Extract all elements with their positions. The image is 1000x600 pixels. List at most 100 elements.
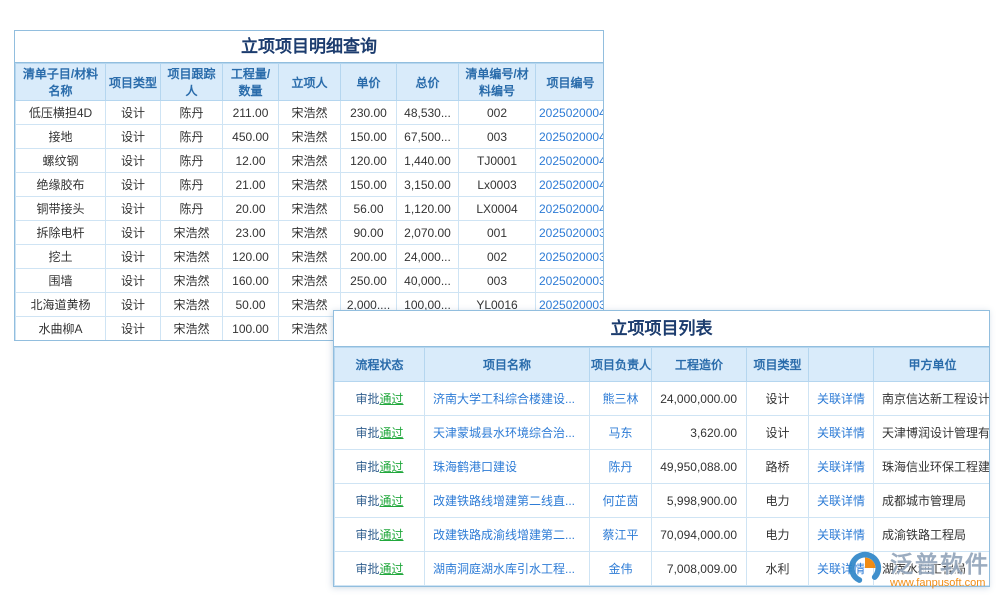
- flow-status-cell: 审批通过: [335, 382, 425, 416]
- project-name-link[interactable]: 改建铁路线增建第二线直...: [425, 484, 590, 518]
- quantity-cell: 211.00: [223, 101, 279, 125]
- project-no-link[interactable]: 2025020004: [536, 101, 605, 125]
- tracker-cell: 陈丹: [161, 197, 223, 221]
- project-no-link[interactable]: 2025020004: [536, 173, 605, 197]
- flow-status-cell: 审批通过: [335, 484, 425, 518]
- initiator-cell: 宋浩然: [279, 197, 341, 221]
- tracker-cell: 陈丹: [161, 173, 223, 197]
- column-header: 单价: [341, 64, 397, 101]
- project-owner-link[interactable]: 金伟: [590, 552, 652, 586]
- related-detail-link[interactable]: 关联详情: [809, 450, 874, 484]
- table-row: 挖土设计宋浩然120.00宋浩然200.0024,000...002202502…: [16, 245, 605, 269]
- item-name-cell: 挖土: [16, 245, 106, 269]
- table-row: 审批通过济南大学工科综合楼建设...熊三林24,000,000.00设计关联详情…: [335, 382, 991, 416]
- tracker-cell: 陈丹: [161, 101, 223, 125]
- related-detail-link[interactable]: 关联详情: [809, 382, 874, 416]
- detail-panel-title: 立项项目明细查询: [15, 31, 603, 63]
- project-cost-cell: 5,998,900.00: [652, 484, 747, 518]
- project-name-link[interactable]: 济南大学工科综合楼建设...: [425, 382, 590, 416]
- project-owner-link[interactable]: 何芷茵: [590, 484, 652, 518]
- list-no-cell: 003: [459, 269, 536, 293]
- client-cell: 南京信达新工程设计院: [874, 382, 991, 416]
- initiator-cell: 宋浩然: [279, 173, 341, 197]
- project-type-cell: 设计: [106, 221, 161, 245]
- status-pass-link[interactable]: 通过: [380, 392, 404, 406]
- item-name-cell: 铜带接头: [16, 197, 106, 221]
- column-header: 项目名称: [425, 348, 590, 382]
- status-pass-link[interactable]: 通过: [380, 494, 404, 508]
- column-header: 项目编号: [536, 64, 605, 101]
- column-header: 清单子目/材料名称: [16, 64, 106, 101]
- project-type-cell: 水利: [747, 552, 809, 586]
- project-list-panel: 立项项目列表 流程状态项目名称项目负责人工程造价项目类型甲方单位 审批通过济南大…: [333, 310, 990, 587]
- column-header: 项目跟踪人: [161, 64, 223, 101]
- initiator-cell: 宋浩然: [279, 293, 341, 317]
- project-no-link[interactable]: 2025020004: [536, 125, 605, 149]
- tracker-cell: 宋浩然: [161, 293, 223, 317]
- table-row: 绝缘胶布设计陈丹21.00宋浩然150.003,150.00Lx00032025…: [16, 173, 605, 197]
- project-type-cell: 设计: [106, 245, 161, 269]
- status-pass-link[interactable]: 通过: [380, 562, 404, 576]
- related-detail-link[interactable]: 关联详情: [809, 518, 874, 552]
- status-pass-link[interactable]: 通过: [380, 460, 404, 474]
- status-prefix: 审批: [355, 392, 379, 406]
- project-owner-link[interactable]: 蔡江平: [590, 518, 652, 552]
- project-no-link[interactable]: 2025020004: [536, 149, 605, 173]
- tracker-cell: 陈丹: [161, 149, 223, 173]
- project-owner-link[interactable]: 陈丹: [590, 450, 652, 484]
- related-detail-link[interactable]: 关联详情: [809, 484, 874, 518]
- list-no-cell: 002: [459, 101, 536, 125]
- project-type-cell: 设计: [106, 125, 161, 149]
- unit-price-cell: 120.00: [341, 149, 397, 173]
- unit-price-cell: 250.00: [341, 269, 397, 293]
- project-name-link[interactable]: 湖南洞庭湖水库引水工程...: [425, 552, 590, 586]
- quantity-cell: 20.00: [223, 197, 279, 221]
- project-no-link[interactable]: 2025020003: [536, 269, 605, 293]
- watermark: 泛普软件 www.fanpusoft.com: [846, 549, 990, 592]
- column-header: 甲方单位: [874, 348, 991, 382]
- project-type-cell: 设计: [106, 173, 161, 197]
- tracker-cell: 宋浩然: [161, 221, 223, 245]
- status-pass-link[interactable]: 通过: [380, 426, 404, 440]
- list-no-cell: 002: [459, 245, 536, 269]
- list-no-cell: LX0004: [459, 197, 536, 221]
- total-price-cell: 2,070.00: [397, 221, 459, 245]
- item-name-cell: 螺纹钢: [16, 149, 106, 173]
- project-name-link[interactable]: 珠海鹤港口建设: [425, 450, 590, 484]
- list-no-cell: 003: [459, 125, 536, 149]
- column-header: 流程状态: [335, 348, 425, 382]
- status-pass-link[interactable]: 通过: [380, 528, 404, 542]
- list-no-cell: Lx0003: [459, 173, 536, 197]
- column-header: 工程造价: [652, 348, 747, 382]
- table-row: 拆除电杆设计宋浩然23.00宋浩然90.002,070.000012025020…: [16, 221, 605, 245]
- quantity-cell: 12.00: [223, 149, 279, 173]
- quantity-cell: 120.00: [223, 245, 279, 269]
- unit-price-cell: 150.00: [341, 173, 397, 197]
- project-no-link[interactable]: 2025020004: [536, 197, 605, 221]
- unit-price-cell: 56.00: [341, 197, 397, 221]
- column-header: 立项人: [279, 64, 341, 101]
- unit-price-cell: 230.00: [341, 101, 397, 125]
- table-row: 审批通过天津蒙城县水环境综合治...马东3,620.00设计关联详情天津博润设计…: [335, 416, 991, 450]
- status-prefix: 审批: [355, 494, 379, 508]
- item-name-cell: 拆除电杆: [16, 221, 106, 245]
- quantity-cell: 450.00: [223, 125, 279, 149]
- project-no-link[interactable]: 2025020003: [536, 245, 605, 269]
- project-owner-link[interactable]: 马东: [590, 416, 652, 450]
- table-row: 铜带接头设计陈丹20.00宋浩然56.001,120.00LX000420250…: [16, 197, 605, 221]
- status-prefix: 审批: [355, 426, 379, 440]
- total-price-cell: 1,120.00: [397, 197, 459, 221]
- item-name-cell: 水曲柳A: [16, 317, 106, 341]
- column-header: 总价: [397, 64, 459, 101]
- status-prefix: 审批: [355, 460, 379, 474]
- unit-price-cell: 200.00: [341, 245, 397, 269]
- initiator-cell: 宋浩然: [279, 221, 341, 245]
- project-name-link[interactable]: 天津蒙城县水环境综合治...: [425, 416, 590, 450]
- project-no-link[interactable]: 2025020003: [536, 221, 605, 245]
- project-name-link[interactable]: 改建铁路成渝线增建第二...: [425, 518, 590, 552]
- detail-table: 清单子目/材料名称项目类型项目跟踪人工程量/数量立项人单价总价清单编号/材料编号…: [15, 63, 604, 341]
- initiator-cell: 宋浩然: [279, 149, 341, 173]
- project-owner-link[interactable]: 熊三林: [590, 382, 652, 416]
- initiator-cell: 宋浩然: [279, 125, 341, 149]
- related-detail-link[interactable]: 关联详情: [809, 416, 874, 450]
